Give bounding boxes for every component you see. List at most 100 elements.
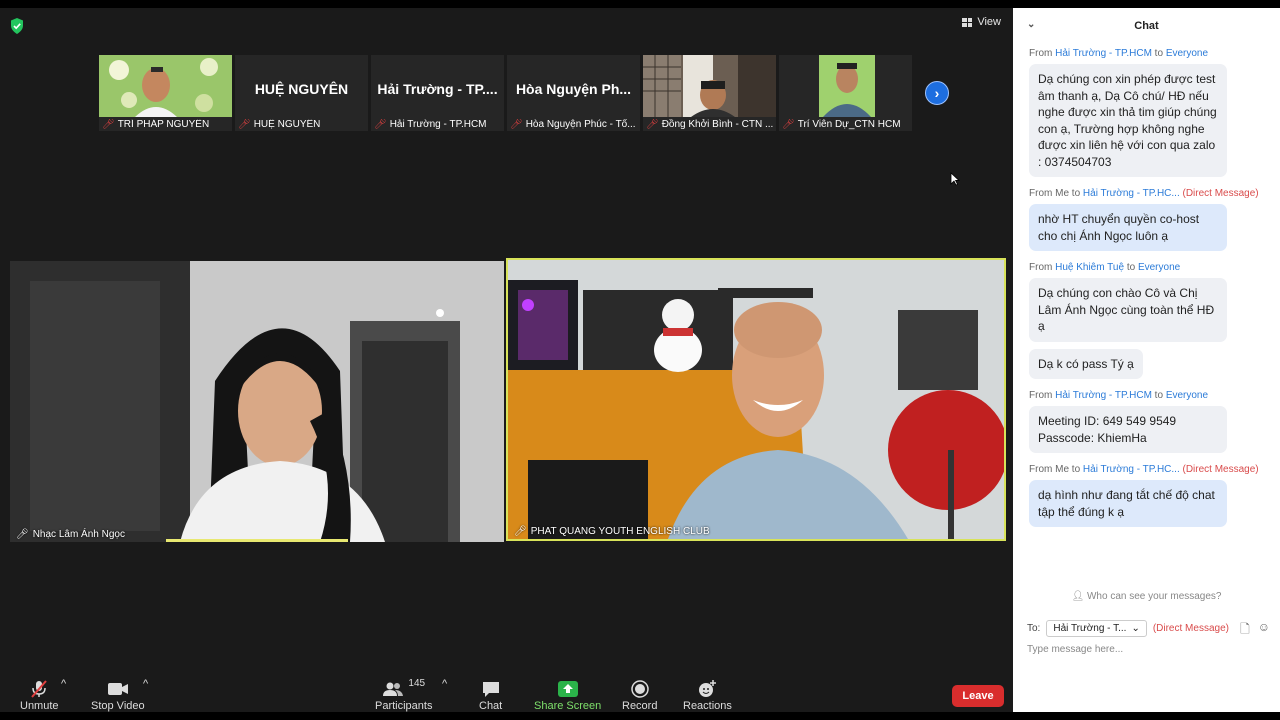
to-label: To: [1027, 623, 1041, 634]
participant-label: 🎤︎ Hòa Nguyện Phúc - Tổ... [510, 119, 636, 130]
participant-display-name: Hòa Nguyện Ph... [515, 81, 632, 97]
view-label: View [977, 16, 1001, 28]
message-input[interactable] [1027, 644, 1267, 655]
grid-view-icon [962, 17, 973, 27]
video-caption: 🎤︎ PHAT QUANG YOUTH ENGLISH CLUB [514, 526, 710, 537]
chat-bubble: dạ hình như đang tắt chế độ chat tập thể… [1029, 480, 1227, 527]
participants-icon [383, 682, 404, 696]
chat-bubble: Dạ chúng con chào Cô và Chị Lâm Ánh Ngọc… [1029, 278, 1227, 342]
direct-message-tag: (Direct Message) [1182, 188, 1259, 199]
video-camera-icon [107, 678, 129, 700]
recipient-row: To: Hải Trường - T... ⌄ (Direct Message) [1027, 620, 1229, 637]
mic-icon: 🎤︎ [514, 526, 527, 537]
mic-icon: 🎤︎ [16, 529, 29, 540]
participant-display-name: HUỆ NGUYÊN [254, 81, 349, 97]
message-sender-line: From Me to Hải Trường - TP.HC... (Direct… [1029, 464, 1270, 475]
chat-bubble: Dạ chúng con xin phép được test âm thanh… [1029, 64, 1227, 177]
chat-bubble: nhờ HT chuyển quyền co-host cho chị Ánh … [1029, 204, 1227, 251]
connector-text: From [1029, 262, 1056, 273]
sender-name: Hải Trường - TP.HCM [1055, 390, 1152, 401]
sender-name: Hải Trường - TP.HCM [1055, 48, 1152, 59]
message-sender-line: From Hải Trường - TP.HCM to Everyone [1029, 48, 1270, 59]
direct-message-tag: (Direct Message) [1182, 464, 1259, 475]
participant-tile[interactable]: 🎤︎ Trí Viên Dự_CTN HCM [779, 55, 912, 131]
connector-text: to [1151, 48, 1166, 59]
connector-text: to [1124, 262, 1138, 273]
chat-actions: 🗋 ☺ [1240, 620, 1270, 641]
sender-name: Everyone [1165, 390, 1209, 401]
connector-text: From [1029, 464, 1056, 475]
chevron-down-icon: ⌄ [1131, 623, 1140, 634]
share-screen-button[interactable]: Share Screen [534, 678, 601, 712]
muted-mic-icon: 🎤︎ [374, 119, 387, 130]
muted-mic-icon [29, 678, 49, 700]
participant-tile[interactable]: Hải Trường - TP.... 🎤︎ Hải Trường - TP.H… [371, 55, 504, 131]
shield-icon[interactable] [10, 18, 24, 34]
connector-text: to [1151, 390, 1166, 401]
message-sender-line: From Me to Hải Trường - TP.HC... (Direct… [1029, 188, 1270, 199]
participant-tile[interactable]: HUỆ NGUYÊN 🎤︎ HUỆ NGUYÊN [235, 55, 368, 131]
chat-bubble-icon [481, 678, 501, 700]
sender-name: Me [1055, 188, 1070, 199]
video-feed [508, 260, 1004, 539]
smiley-plus-icon [697, 678, 717, 700]
connector-text: From [1029, 188, 1056, 199]
next-page-button[interactable]: › [925, 81, 949, 105]
record-button[interactable]: Record [622, 678, 657, 712]
participant-label: 🎤︎ HUỆ NGUYÊN [238, 119, 321, 130]
view-button[interactable]: View [962, 16, 1001, 28]
participant-tile[interactable]: Hòa Nguyện Ph... 🎤︎ Hòa Nguyện Phúc - Tổ… [507, 55, 640, 131]
mouse-cursor-icon [950, 172, 960, 186]
message-sender-line: From Huệ Khiêm Tuệ to Everyone [1029, 262, 1270, 273]
participants-button[interactable]: 145 Participants [375, 678, 432, 712]
participant-tile[interactable]: 🎤︎ Đồng Khởi Bình - CTN ... [643, 55, 776, 131]
participant-video-trí-viên [779, 55, 912, 117]
meeting-toolbar: Unmute ^ Stop Video ^ 145 Participants ^… [0, 672, 1013, 720]
who-can-see-link[interactable]: 👤︎ Who can see your messages? [1013, 591, 1280, 602]
direct-message-badge: (Direct Message) [1152, 623, 1229, 634]
muted-mic-icon: 🎤︎ [510, 119, 523, 130]
recipient-select[interactable]: Hải Trường - T... ⌄ [1046, 620, 1147, 637]
muted-mic-icon: 🎤︎ [782, 119, 795, 130]
chat-title: Chat [1134, 20, 1159, 32]
stop-video-button[interactable]: Stop Video [91, 678, 145, 712]
share-screen-icon [557, 678, 578, 700]
participant-video-trí-pháp [99, 55, 232, 117]
participant-display-name: Hải Trường - TP.... [377, 81, 498, 97]
participant-label: 🎤︎ TRÍ PHÁP NGUYÊN [102, 119, 210, 130]
participants-count: 145 [408, 678, 426, 689]
chat-button[interactable]: Chat [479, 678, 502, 712]
muted-mic-icon: 🎤︎ [102, 119, 115, 130]
participant-strip: 🎤︎ TRÍ PHÁP NGUYÊN HUỆ NGUYÊN 🎤︎ HUỆ NGU… [99, 55, 912, 131]
chat-header: ⌄ Chat [1013, 8, 1280, 44]
participant-video-đồng-khởi [643, 55, 776, 117]
message-sender-line: From Hải Trường - TP.HCM to Everyone [1029, 390, 1270, 401]
connector-text: From [1029, 48, 1056, 59]
chevron-down-icon[interactable]: ⌄ [1027, 19, 1035, 30]
chevron-up-icon[interactable]: ^ [61, 678, 66, 690]
chevron-up-icon[interactable]: ^ [143, 678, 148, 690]
video-tile-phat-quang[interactable]: 🎤︎ PHAT QUANG YOUTH ENGLISH CLUB [506, 258, 1006, 541]
sender-name: Everyone [1165, 48, 1209, 59]
video-tile-anh-ngoc[interactable]: 🎤︎ Nhạc Lâm Ánh Ngọc [10, 261, 504, 542]
sender-name: Hải Trường - TP.HC... [1082, 188, 1180, 199]
reactions-button[interactable]: Reactions [683, 678, 732, 712]
chevron-right-icon: › [934, 85, 940, 101]
file-icon[interactable]: 🗋 [1240, 620, 1250, 641]
leave-button[interactable]: Leave [952, 685, 1004, 707]
participant-tile[interactable]: 🎤︎ TRÍ PHÁP NGUYÊN [99, 55, 232, 131]
meeting-stage: View 🎤︎ TRÍ PHÁP NGUYÊN HUỆ NGUYÊN 🎤︎ HU… [0, 8, 1013, 712]
connector-text: to [1069, 464, 1083, 475]
top-edge [0, 0, 1280, 8]
chat-bubble: Meeting ID: 649 549 9549 Passcode: Khiem… [1029, 406, 1227, 453]
emoji-icon[interactable]: ☺ [1258, 620, 1270, 641]
chat-bubble: Dạ k có pass Tý ạ [1029, 348, 1143, 379]
connector-text: From [1029, 390, 1056, 401]
video-feed [10, 261, 504, 542]
chat-panel: ⌄ Chat From Hải Trường - TP.HCM to Every… [1013, 8, 1280, 712]
sender-name: Me [1055, 464, 1070, 475]
chevron-up-icon[interactable]: ^ [442, 678, 447, 690]
unmute-button[interactable]: Unmute [20, 678, 59, 712]
muted-mic-icon: 🎤︎ [238, 119, 251, 130]
connector-text: to [1069, 188, 1083, 199]
